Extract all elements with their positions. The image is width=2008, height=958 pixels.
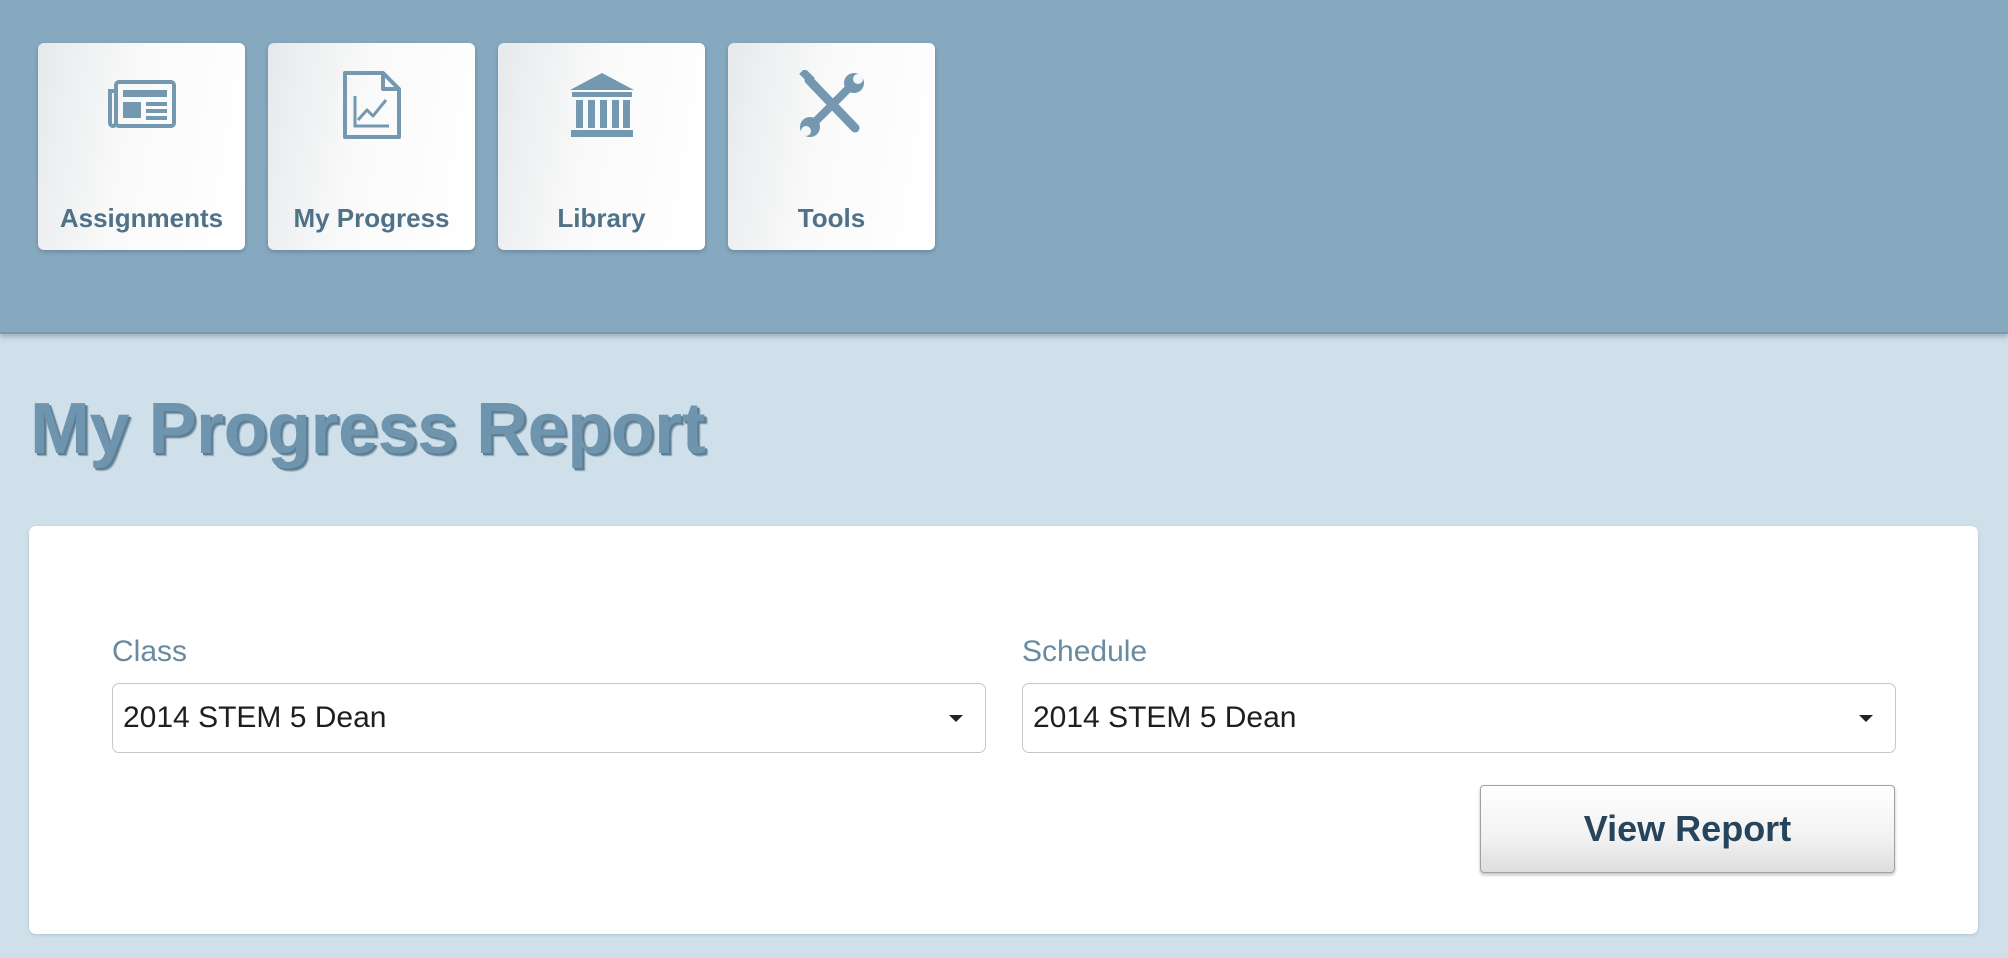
schedule-select[interactable]: 2014 STEM 5 Dean	[1022, 683, 1896, 753]
top-nav-bar: Assignments My Progress Library Tools	[0, 0, 2008, 334]
library-building-icon	[498, 65, 705, 145]
nav-tile-label: My Progress	[293, 203, 450, 233]
nav-tile-my-progress[interactable]: My Progress	[268, 43, 475, 250]
nav-tile-label: Assignments	[59, 203, 224, 233]
progress-chart-icon	[268, 65, 475, 145]
page-title: My Progress Report	[30, 389, 706, 469]
class-label: Class	[112, 635, 188, 668]
chevron-down-icon	[1859, 715, 1873, 722]
nav-tile-assignments[interactable]: Assignments	[38, 43, 245, 250]
view-report-button[interactable]: View Report	[1480, 785, 1895, 873]
nav-tile-label: Tools	[797, 203, 866, 233]
chevron-down-icon	[949, 715, 963, 722]
class-select[interactable]: 2014 STEM 5 Dean	[112, 683, 986, 753]
schedule-label: Schedule	[1022, 635, 1148, 668]
nav-tile-tools[interactable]: Tools	[728, 43, 935, 250]
wrench-screwdriver-icon	[728, 65, 935, 145]
schedule-select-value: 2014 STEM 5 Dean	[1033, 701, 1297, 734]
class-select-value: 2014 STEM 5 Dean	[123, 701, 387, 734]
nav-tile-label: Library	[557, 203, 646, 233]
nav-tile-library[interactable]: Library	[498, 43, 705, 250]
newspaper-icon	[38, 65, 245, 145]
